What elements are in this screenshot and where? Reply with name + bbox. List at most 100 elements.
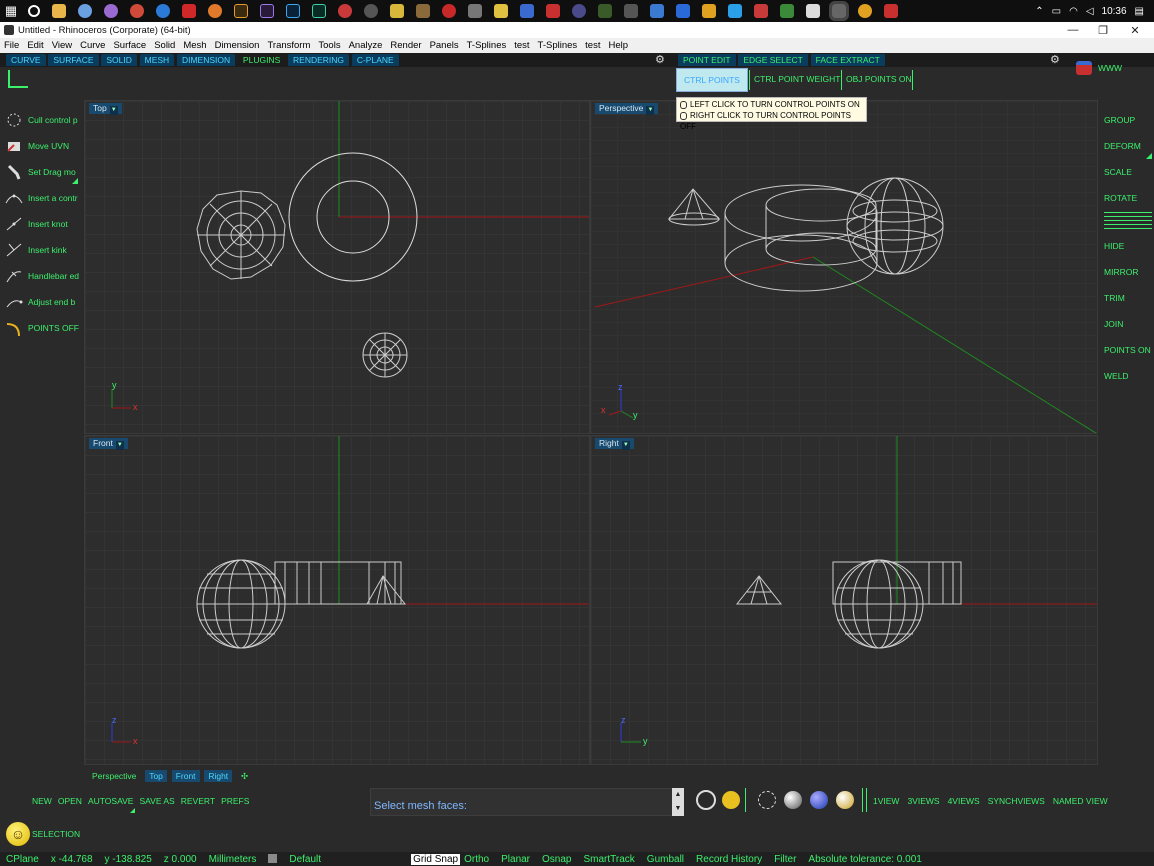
opera-icon[interactable] (182, 4, 196, 18)
app-icon[interactable] (104, 4, 118, 18)
illustrator-icon[interactable] (234, 4, 248, 18)
menu-mesh[interactable]: Mesh (179, 40, 210, 51)
viewport-label-top[interactable]: Top ▼ (89, 103, 122, 115)
www-icon[interactable] (1076, 61, 1092, 75)
autosave-button[interactable]: AUTOSAVE (88, 796, 134, 806)
tab-rendering[interactable]: RENDERING (288, 54, 350, 66)
gear-icon[interactable]: ⚙ (1050, 53, 1060, 66)
app-icon[interactable] (416, 4, 430, 18)
shaded-sphere-icon[interactable] (784, 791, 802, 809)
chevron-down-icon[interactable]: ▼ (115, 441, 124, 450)
weld-button[interactable]: WELD (1104, 369, 1129, 383)
app-icon[interactable] (364, 4, 378, 18)
monitor-icon[interactable]: ▭ (1052, 6, 1061, 17)
app-icon[interactable] (884, 4, 898, 18)
open-button[interactable]: OPEN (58, 796, 82, 806)
grid-tool-icon[interactable] (8, 70, 28, 88)
named-view-button[interactable]: NAMED VIEW (1053, 796, 1108, 806)
ctrl-point-weight-button[interactable]: CTRL POINT WEIGHT (754, 74, 840, 84)
menu-view[interactable]: View (48, 40, 76, 51)
new-button[interactable]: NEW (32, 796, 52, 806)
tab-edge-select[interactable]: EDGE SELECT (738, 54, 808, 66)
menu-tools[interactable]: Tools (314, 40, 344, 51)
tool-insert-kink[interactable]: Insert kink (0, 239, 84, 261)
points-on-button[interactable]: POINTS ON (1104, 343, 1151, 357)
app-icon[interactable] (468, 4, 482, 18)
zoom-icon[interactable] (696, 790, 716, 810)
edge-icon[interactable] (156, 4, 170, 18)
app-icon[interactable] (520, 4, 534, 18)
join-button[interactable]: JOIN (1104, 317, 1123, 331)
tab-plugins[interactable]: PLUGINS (238, 54, 285, 66)
menu-tsplines[interactable]: T-Splines (463, 40, 511, 51)
photoshop-icon[interactable] (286, 4, 300, 18)
viewport-top[interactable]: y x Top ▼ (84, 100, 590, 434)
search-icon[interactable] (28, 5, 40, 17)
smarttrack-toggle[interactable]: SmartTrack (583, 854, 634, 865)
tool-insert-knot[interactable]: Insert knot (0, 213, 84, 235)
app-icon[interactable] (78, 4, 92, 18)
app-icon[interactable] (624, 4, 638, 18)
audition-icon[interactable] (312, 4, 326, 18)
synch-views-button[interactable]: SYNCHVIEWS (988, 796, 1045, 806)
rendered-sphere-icon[interactable] (810, 791, 828, 809)
tab-dimension[interactable]: DIMENSION (176, 54, 236, 66)
app-icon[interactable] (442, 4, 456, 18)
menu-dimension[interactable]: Dimension (211, 40, 264, 51)
scale-button[interactable]: SCALE (1104, 165, 1132, 179)
app-icon[interactable] (390, 4, 404, 18)
add-view-icon[interactable]: ✣ (237, 770, 252, 782)
smiley-icon[interactable]: ☺ (6, 822, 30, 846)
save-as-button[interactable]: SAVE AS (139, 796, 174, 806)
four-views-button[interactable]: 4VIEWS (948, 796, 980, 806)
menu-file[interactable]: File (0, 40, 23, 51)
menu-tsplines-2[interactable]: T-Splines (534, 40, 582, 51)
app-icon[interactable] (780, 4, 794, 18)
menu-transform[interactable]: Transform (263, 40, 314, 51)
view-tab-perspective[interactable]: Perspective (88, 770, 140, 782)
tool-move-uvn[interactable]: Move UVN (0, 135, 84, 157)
planar-toggle[interactable]: Planar (501, 854, 530, 865)
revert-button[interactable]: REVERT (181, 796, 215, 806)
tab-curve[interactable]: CURVE (6, 54, 46, 66)
rhino-icon[interactable] (829, 1, 849, 21)
view-tab-front[interactable]: Front (171, 770, 200, 782)
chevron-up-icon[interactable]: ⌃ (1035, 6, 1043, 17)
menu-render[interactable]: Render (386, 40, 425, 51)
units-label[interactable]: Millimeters (209, 854, 257, 865)
wifi-icon[interactable]: ◠ (1069, 6, 1078, 17)
www-link[interactable]: WWW (1098, 63, 1122, 73)
tab-point-edit[interactable]: POINT EDIT (678, 54, 736, 66)
zoom-extents-icon[interactable] (722, 791, 740, 809)
app-icon[interactable] (754, 4, 768, 18)
tool-points-off[interactable]: POINTS OFF (0, 317, 84, 339)
chrome-icon[interactable] (130, 4, 144, 18)
wireframe-sphere-icon[interactable] (758, 791, 776, 809)
menu-solid[interactable]: Solid (150, 40, 179, 51)
tool-insert-control-point[interactable]: Insert a contr (0, 187, 84, 209)
windows-start-icon[interactable]: ▦ (0, 0, 22, 22)
layer-indicator[interactable]: Default (268, 854, 333, 865)
ctrl-points-on-button[interactable]: CTRL POINTS ON (676, 68, 748, 107)
osnap-toggle[interactable]: Osnap (542, 854, 571, 865)
firefox-icon[interactable] (208, 4, 222, 18)
volume-icon[interactable]: ◁ (1086, 6, 1094, 17)
tab-surface[interactable]: SURFACE (48, 54, 99, 66)
three-views-button[interactable]: 3VIEWS (907, 796, 939, 806)
command-line[interactable]: Select mesh faces: (370, 788, 676, 816)
prefs-button[interactable]: PREFS (221, 796, 249, 806)
viewport-label-right[interactable]: Right ▼ (595, 438, 634, 450)
app-icon[interactable] (546, 4, 560, 18)
app-icon[interactable] (598, 4, 612, 18)
tab-cplane[interactable]: C-PLANE (351, 54, 399, 66)
group-button[interactable]: GROUP (1104, 113, 1135, 127)
ghosted-sphere-icon[interactable] (836, 791, 854, 809)
rotate-button[interactable]: ROTATE (1104, 191, 1137, 205)
viewport-label-front[interactable]: Front ▼ (89, 438, 128, 450)
chevron-down-icon[interactable]: ▼ (646, 106, 655, 115)
app-icon[interactable] (650, 4, 664, 18)
menu-test[interactable]: test (510, 40, 533, 51)
gear-icon[interactable]: ⚙ (655, 53, 665, 66)
chevron-down-icon[interactable]: ▼ (109, 106, 118, 115)
obj-points-on-button[interactable]: OBJ POINTS ON (846, 74, 912, 84)
